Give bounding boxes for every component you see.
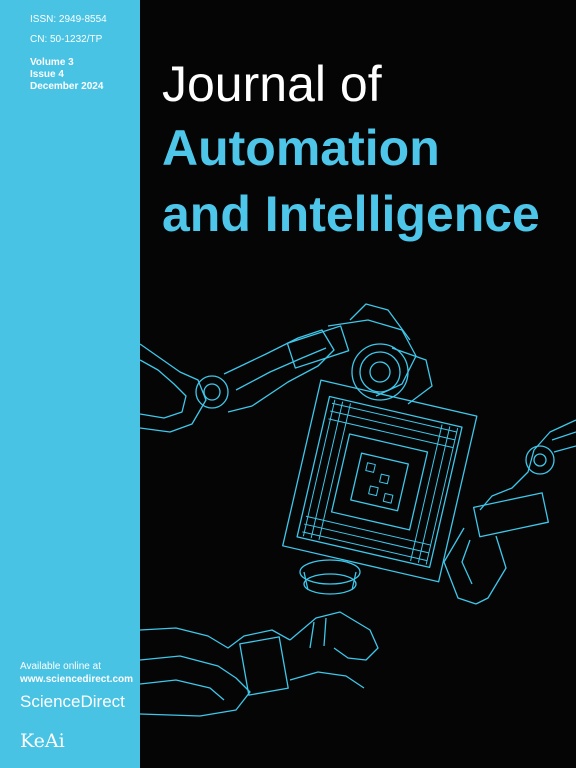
available-online-text: Available online at <box>20 661 101 672</box>
volume-text: Volume 3 <box>30 57 74 68</box>
processor-chip-icon <box>282 379 478 583</box>
title-line-2: Automation <box>162 120 440 176</box>
journal-cover: ISSN: 2949-8554 CN: 50-1232/TP Volume 3 … <box>0 0 576 768</box>
bottom-arm-icon <box>140 611 379 717</box>
sciencedirect-wordmark: ScienceDirect <box>20 692 125 711</box>
right-gripper-icon <box>443 419 576 605</box>
chip-mount-icon <box>299 559 361 595</box>
issue-text: Issue 4 <box>30 69 64 80</box>
title-line-3: and Intelligence <box>162 186 540 242</box>
robot-arms-illustration <box>140 303 576 717</box>
keai-logo: KeAi <box>20 730 65 752</box>
sciencedirect-url: www.sciencedirect.com <box>20 674 134 685</box>
cover-sidebar: ISSN: 2949-8554 CN: 50-1232/TP Volume 3 … <box>0 0 140 768</box>
upper-arm-icon <box>140 303 433 433</box>
issn-text: ISSN: 2949-8554 <box>30 14 107 25</box>
cn-text: CN: 50-1232/TP <box>30 34 103 45</box>
title-line-1: Journal of <box>162 56 382 112</box>
date-text: December 2024 <box>30 81 104 92</box>
